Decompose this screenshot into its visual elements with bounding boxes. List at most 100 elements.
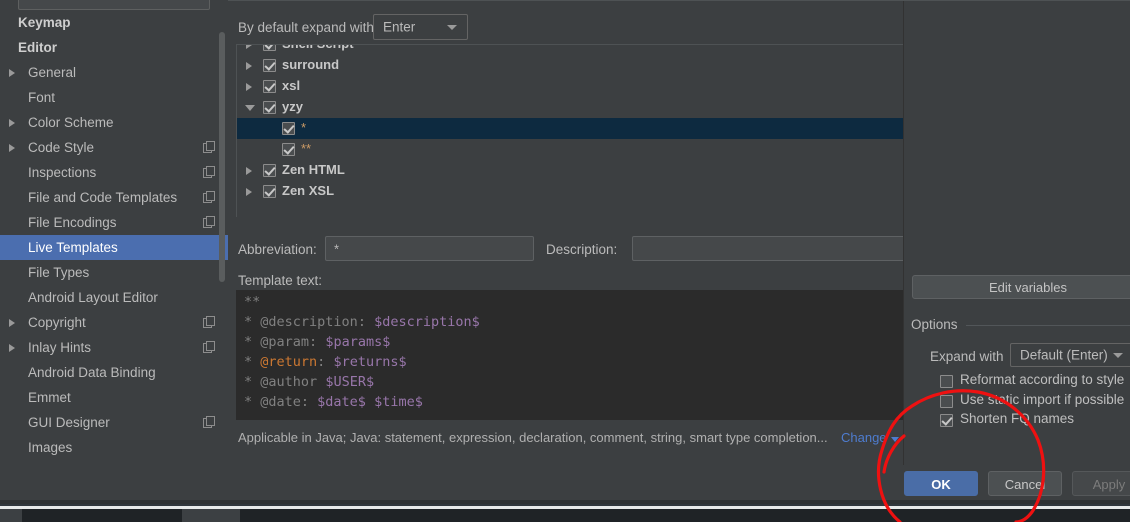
default-expand-dropdown[interactable]: Enter (373, 14, 468, 40)
applicable-context-text: Applicable in Java; Java: statement, exp… (238, 430, 828, 445)
sidebar-item-general[interactable]: General (0, 60, 228, 85)
settings-sidebar[interactable]: Keymap Editor General Font Color Scheme Code … (0, 0, 229, 465)
option-checkbox[interactable] (940, 395, 953, 408)
sidebar-item-keymap[interactable]: Keymap (0, 10, 228, 35)
code-token: @author (260, 374, 318, 390)
tree-row-label: xsl (282, 78, 301, 93)
chevron-right-icon[interactable] (246, 45, 252, 49)
code-token: * (244, 314, 261, 330)
sidebar-item-file-encodings[interactable]: File Encodings (0, 210, 228, 235)
copy-settings-icon[interactable] (203, 141, 215, 153)
sidebar-item-copyright[interactable]: Copyright (0, 310, 228, 335)
template-code-line: * @param: $params$ (244, 334, 390, 350)
ide-statusbar-background (0, 509, 1130, 522)
options-section-title: Options (911, 317, 958, 332)
sidebar-item-file-and-code-templates[interactable]: File and Code Templates (0, 185, 228, 210)
chevron-right-icon[interactable] (246, 188, 252, 196)
template-code-line: * @return: $returns$ (244, 354, 407, 370)
chevron-right-icon[interactable] (246, 83, 252, 91)
code-token: ** (244, 294, 261, 310)
code-token: $USER$ (325, 374, 375, 390)
tree-row-label: * (301, 120, 307, 135)
sidebar-item-code-style[interactable]: Code Style (0, 135, 228, 160)
tree-row-checkbox[interactable] (263, 45, 276, 51)
abbreviation-input[interactable]: * (325, 236, 534, 261)
sidebar-item-inlay-hints[interactable]: Inlay Hints (0, 335, 228, 360)
tree-row-checkbox[interactable] (263, 101, 276, 114)
option-label: Shorten FQ names (960, 411, 1075, 426)
sidebar-item-inspections[interactable]: Inspections (0, 160, 228, 185)
copy-settings-icon[interactable] (203, 416, 215, 428)
chevron-right-icon[interactable] (9, 144, 15, 152)
edit-variables-button[interactable]: Edit variables (912, 275, 1130, 299)
sidebar-item-label: File and Code Templates (28, 190, 178, 205)
abbreviation-value: * (334, 241, 340, 256)
tree-row-checkbox[interactable] (263, 80, 276, 93)
sidebar-item-file-types[interactable]: File Types (0, 260, 228, 285)
sidebar-item-label: Code Style (28, 140, 95, 155)
sidebar-item-editor[interactable]: Editor (0, 35, 228, 60)
code-token: * (244, 334, 261, 350)
sidebar-item-label: GUI Designer (28, 415, 110, 430)
tree-row-label: ** (301, 141, 312, 156)
options-divider (966, 325, 1130, 326)
ide-background-tab[interactable] (182, 509, 240, 522)
tree-row-checkbox[interactable] (282, 143, 295, 156)
sidebar-item-label: Inspections (28, 165, 97, 180)
sidebar-item-label: Images (28, 440, 73, 455)
sidebar-item-label: Color Scheme (28, 115, 114, 130)
tree-row-label: surround (282, 57, 340, 72)
sidebar-item-live-templates[interactable]: Live Templates (0, 235, 228, 260)
sidebar-item-emmet[interactable]: Emmet (0, 385, 228, 410)
template-text-editor[interactable]: ** * @description: $description$ * @param:… (236, 290, 904, 420)
sidebar-item-android-layout-editor[interactable]: Android Layout Editor (0, 285, 228, 310)
ok-button[interactable]: OK (904, 471, 978, 496)
sidebar-item-label: Android Data Binding (28, 365, 156, 380)
tree-row-label: Zen XSL (282, 183, 335, 198)
sidebar-scrollbar[interactable] (219, 32, 225, 282)
code-token: $returns$ (333, 354, 407, 370)
chevron-right-icon[interactable] (246, 62, 252, 70)
copy-settings-icon[interactable] (203, 216, 215, 228)
sidebar-item-label: File Encodings (28, 215, 117, 230)
chevron-right-icon[interactable] (9, 344, 15, 352)
tree-row-checkbox[interactable] (282, 122, 295, 135)
sidebar-item-gui-designer[interactable]: GUI Designer (0, 410, 228, 435)
settings-search-input[interactable] (18, 0, 210, 10)
code-token: : (309, 334, 326, 350)
apply-button[interactable]: Apply (1072, 471, 1130, 496)
copy-settings-icon[interactable] (203, 341, 215, 353)
change-context-link[interactable]: Change (841, 430, 887, 445)
chevron-right-icon[interactable] (9, 69, 15, 77)
default-expand-label: By default expand with (238, 20, 374, 35)
tree-row-checkbox[interactable] (263, 185, 276, 198)
sidebar-item-android-data-binding[interactable]: Android Data Binding (0, 360, 228, 385)
sidebar-item-label: File Types (28, 265, 90, 280)
chevron-right-icon[interactable] (9, 119, 15, 127)
option-label: Use static import if possible (960, 392, 1125, 407)
sidebar-item-label: Live Templates (28, 240, 118, 255)
chevron-down-icon (447, 25, 457, 30)
tree-row-label: yzy (282, 99, 303, 114)
template-options-panel: Edit variables Options Expand with Defau… (903, 0, 1130, 465)
tree-row-checkbox[interactable] (263, 164, 276, 177)
cancel-button[interactable]: Cancel (988, 471, 1062, 496)
chevron-right-icon[interactable] (9, 319, 15, 327)
option-checkbox[interactable] (940, 414, 953, 427)
copy-settings-icon[interactable] (203, 166, 215, 178)
sidebar-item-label: Font (28, 90, 56, 105)
copy-settings-icon[interactable] (203, 316, 215, 328)
tree-row-checkbox[interactable] (263, 59, 276, 72)
chevron-down-icon[interactable] (245, 105, 255, 111)
tree-row-label: Shell Script (282, 45, 354, 51)
code-token: @param (260, 334, 310, 350)
option-checkbox[interactable] (940, 375, 953, 388)
sidebar-item-images[interactable]: Images (0, 435, 228, 460)
sidebar-item-color-scheme[interactable]: Color Scheme (0, 110, 228, 135)
copy-settings-icon[interactable] (203, 191, 215, 203)
expand-with-dropdown[interactable]: Default (Enter) (1010, 343, 1130, 367)
chevron-right-icon[interactable] (246, 167, 252, 175)
sidebar-item-font[interactable]: Font (0, 85, 228, 110)
sidebar-item-label: Editor (18, 40, 57, 55)
ide-background-corner (0, 509, 22, 522)
